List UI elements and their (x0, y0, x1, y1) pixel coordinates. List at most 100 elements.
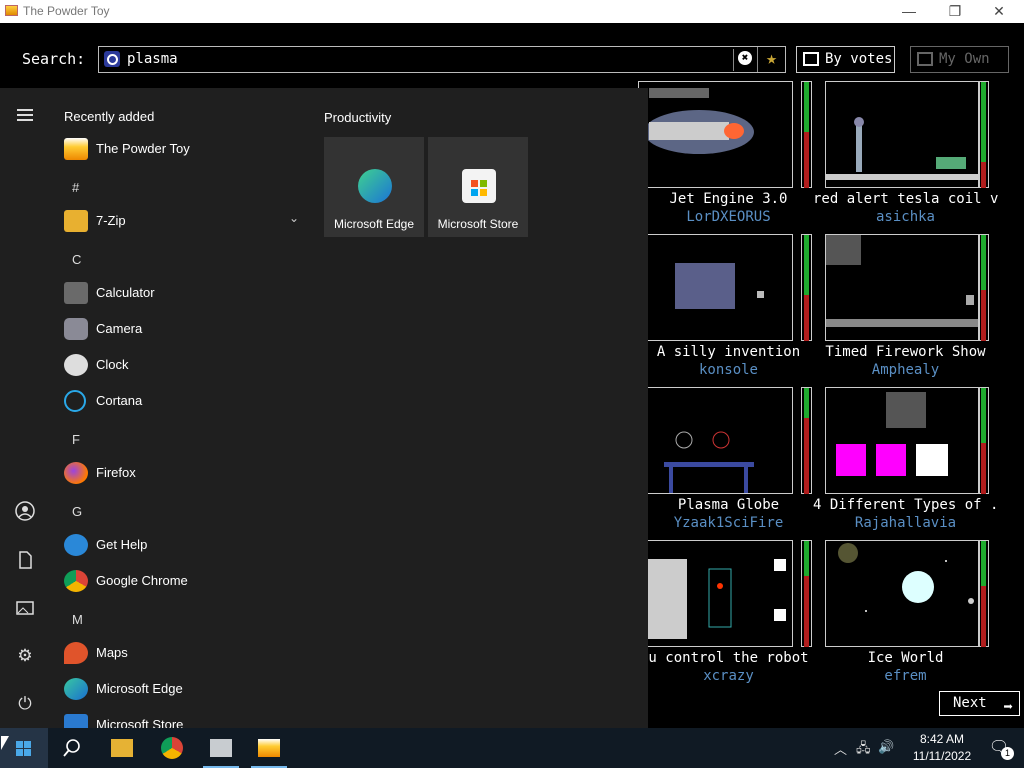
close-button[interactable]: ✕ (976, 2, 1022, 22)
volume-icon[interactable]: 🔊 (878, 739, 894, 755)
app-item-microsoft-edge[interactable]: Microsoft Edge (52, 671, 307, 707)
search-query: plasma (127, 51, 178, 67)
window-title-bar: The Powder Toy — ❐ ✕ (0, 0, 1024, 23)
save-name[interactable]: u control the robot (636, 650, 821, 666)
clock-time[interactable]: 8:42 AM (910, 732, 974, 746)
save-name[interactable]: red alert tesla coil v1.0 (813, 191, 998, 207)
next-label: Next (953, 695, 987, 711)
save-thumbnail[interactable] (825, 81, 980, 188)
get-help-icon (64, 534, 88, 556)
save-name[interactable]: Plasma Globe (636, 497, 821, 513)
save-author[interactable]: efrem (813, 668, 998, 684)
save-author[interactable]: konsole (636, 362, 821, 378)
tile-microsoft-edge[interactable]: Microsoft Edge (324, 137, 424, 237)
vote-down-bar (804, 418, 809, 494)
save-name[interactable]: 4 Different Types of ... (813, 497, 998, 513)
save-thumbnail[interactable] (638, 81, 793, 188)
app-item-calculator[interactable]: Calculator (52, 275, 307, 311)
settings-gear-icon[interactable]: ⚙ (14, 645, 36, 667)
window-title: The Powder Toy (23, 4, 110, 18)
app-item-powder-toy[interactable]: The Powder Toy (52, 131, 307, 167)
edge-icon (64, 678, 88, 700)
app-label: Camera (96, 321, 143, 336)
save-author[interactable]: xcrazy (636, 668, 821, 684)
powder-toy-icon (64, 138, 88, 160)
taskbar-google-chrome[interactable] (148, 728, 196, 768)
my-own-button[interactable]: My Own (910, 46, 1009, 73)
app-item-google-chrome[interactable]: Google Chrome (52, 563, 307, 599)
notification-icon[interactable]: 🗨 1 (988, 737, 1014, 760)
vote-up-bar (804, 235, 809, 295)
save-name[interactable]: Timed Firework Show (813, 344, 998, 360)
network-icon[interactable]: 🖧 (856, 739, 871, 761)
vote-up-bar (804, 82, 809, 132)
restore-button[interactable]: ❐ (932, 2, 978, 22)
save-thumbnail[interactable] (638, 387, 793, 494)
sort-icon (803, 52, 819, 66)
vote-down-bar (981, 290, 986, 341)
clock-date[interactable]: 11/11/2022 (904, 749, 980, 763)
app-item-cortana[interactable]: Cortana (52, 383, 307, 419)
app-item-camera[interactable]: Camera (52, 311, 307, 347)
chrome-icon (161, 737, 183, 759)
right-arrow-icon: ➡ (1003, 697, 1013, 716)
letter-header[interactable]: G (72, 504, 82, 519)
store-icon (64, 714, 88, 728)
app-item-clock[interactable]: Clock (52, 347, 307, 383)
vote-up-bar (981, 235, 986, 290)
sort-label: By votes (825, 51, 893, 67)
app-item-microsoft-store[interactable]: Microsoft Store (52, 707, 307, 728)
save-name[interactable]: Ice World (813, 650, 998, 666)
account-icon[interactable] (14, 500, 36, 522)
taskbar-app-window[interactable] (197, 728, 245, 768)
save-author[interactable]: Rajahallavia (813, 515, 998, 531)
letter-header[interactable]: C (72, 252, 81, 267)
app-label: The Powder Toy (96, 141, 190, 156)
plasma-globe-preview (664, 431, 754, 493)
app-item-maps[interactable]: Maps (52, 635, 307, 671)
windows-logo-icon (16, 741, 32, 756)
app-window-icon (210, 739, 232, 757)
store-icon (462, 169, 496, 203)
taskbar-powder-toy[interactable] (245, 728, 293, 768)
app-item-7zip[interactable]: 7-Zip ⌄ (52, 203, 307, 239)
app-item-firefox[interactable]: Firefox (52, 455, 307, 491)
save-name[interactable]: Jet Engine 3.0 (636, 191, 821, 207)
chevron-down-icon[interactable]: ⌄ (289, 211, 299, 225)
save-thumbnail[interactable] (825, 540, 980, 647)
save-name[interactable]: A silly invention (636, 344, 821, 360)
letter-header[interactable]: # (72, 180, 79, 195)
tile-microsoft-store[interactable]: Microsoft Store (428, 137, 528, 237)
notification-badge: 1 (1001, 747, 1014, 760)
productivity-header: Productivity (324, 110, 392, 125)
save-author[interactable]: Amphealy (813, 362, 998, 378)
power-icon[interactable]: ⏻ (14, 693, 36, 715)
silly-invention-preview (675, 263, 764, 309)
save-thumbnail[interactable] (825, 387, 980, 494)
pictures-icon[interactable] (14, 597, 36, 619)
chevron-up-icon[interactable]: ︿ (834, 739, 847, 758)
save-author[interactable]: Yzaak1SciFire (636, 515, 821, 531)
save-thumbnail[interactable] (638, 234, 793, 341)
save-author[interactable]: asichka (813, 209, 998, 225)
favorite-star-icon[interactable]: ★ (757, 47, 785, 72)
minimize-button[interactable]: — (886, 2, 932, 22)
vote-down-bar (804, 132, 809, 188)
save-thumbnail[interactable] (638, 540, 793, 647)
sort-by-votes-button[interactable]: By votes (796, 46, 895, 73)
robot-preview (647, 559, 786, 639)
hamburger-menu-icon[interactable] (14, 106, 36, 128)
vote-up-bar (981, 82, 986, 162)
taskbar-search-button[interactable] (48, 728, 96, 768)
taskbar-file-explorer[interactable] (98, 728, 146, 768)
save-author[interactable]: LorDXEORUS (636, 209, 821, 225)
search-input[interactable]: plasma ★ (98, 46, 786, 73)
vote-down-bar (804, 576, 809, 647)
next-page-button[interactable]: Next ➡ (939, 691, 1020, 716)
documents-icon[interactable] (14, 549, 36, 571)
app-item-get-help[interactable]: Get Help (52, 527, 307, 563)
letter-header[interactable]: F (72, 432, 80, 447)
letter-header[interactable]: M (72, 612, 83, 627)
clear-search-icon[interactable] (733, 49, 753, 71)
save-thumbnail[interactable] (825, 234, 980, 341)
